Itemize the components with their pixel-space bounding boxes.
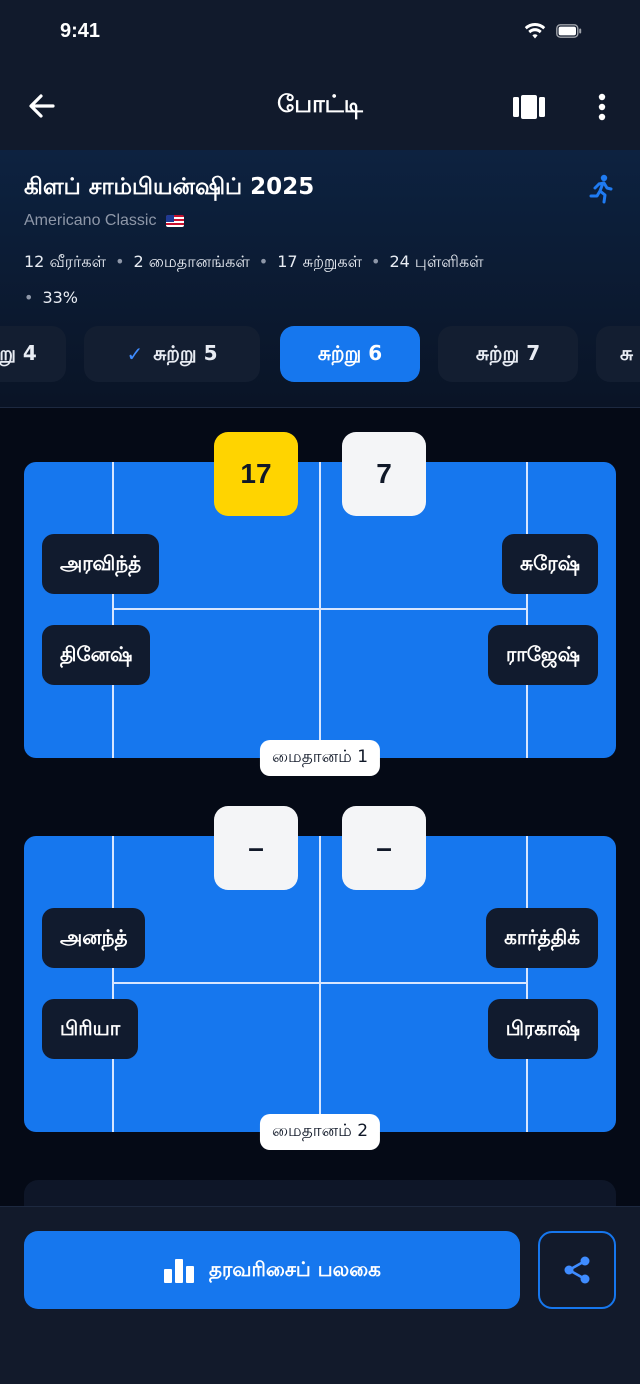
status-bar: 9:41: [0, 0, 640, 68]
separator-dot: •: [24, 288, 34, 307]
court-card-2[interactable]: – – அனந்த் பிரியா கார்த்திக் பிரகாஷ் மைத…: [24, 806, 616, 1150]
stat-progress: 33%: [42, 288, 78, 307]
stat-rounds: 17 சுற்றுகள்: [277, 252, 363, 271]
more-vertical-icon[interactable]: [592, 92, 612, 122]
court-surface: [24, 836, 616, 1132]
leaderboard-button[interactable]: தரவரிசைப் பலகை: [24, 1231, 520, 1309]
score-left[interactable]: –: [214, 806, 298, 890]
court-line: [526, 462, 528, 758]
round-tab-5[interactable]: ✓ சுற்று 5: [84, 326, 260, 382]
round-tab-label: சுற்று 6: [317, 340, 383, 365]
court-view-icon[interactable]: [512, 94, 546, 120]
battery-icon: [556, 24, 582, 38]
court-line: [112, 982, 528, 984]
share-icon: [564, 1256, 590, 1284]
court-line: [112, 836, 114, 1132]
check-icon: ✓: [126, 342, 144, 366]
us-flag-icon: [166, 215, 185, 227]
bottom-action-bar: தரவரிசைப் பலகை: [0, 1206, 640, 1384]
court-net: [319, 836, 321, 1132]
wifi-icon: [524, 22, 546, 39]
round-tab-label: சுற்று 7: [475, 340, 541, 365]
court-line: [526, 836, 528, 1132]
court-surface: [24, 462, 616, 758]
round-tab-label: று 4: [0, 340, 37, 365]
court-net: [319, 462, 321, 758]
status-time: 9:41: [60, 20, 101, 42]
tournament-format: Americano Classic: [24, 212, 185, 230]
round-tab-label: சுற்று 5: [153, 340, 218, 365]
court-label: மைதானம் 2: [259, 1114, 381, 1150]
round-selector[interactable]: று 4 ✓ சுற்று 5 சுற்று 6 சுற்று 7 சு: [0, 326, 640, 382]
round-tab-7[interactable]: சுற்று 7: [438, 326, 578, 382]
stat-courts: 2 மைதானங்கள்: [133, 252, 250, 271]
tournament-title: கிளப் சாம்பியன்ஷிப் 2025: [24, 174, 315, 200]
format-label: Americano Classic: [24, 212, 157, 229]
separator-dot: •: [371, 252, 381, 271]
court-line: [112, 608, 528, 610]
navigation-bar: போட்டி: [0, 68, 640, 150]
court-card-1[interactable]: 17 7 அரவிந்த் தினேஷ் சுரேஷ் ராஜேஷ் மைதான…: [24, 432, 616, 776]
tournament-header: கிளப் சாம்பியன்ஷிப் 2025 Americano Class…: [0, 150, 640, 408]
court-line: [112, 462, 114, 758]
separator-dot: •: [115, 252, 125, 271]
player-chip[interactable]: பிரியா: [42, 999, 139, 1059]
round-tab-label: சு: [620, 340, 634, 365]
court-label: மைதானம் 1: [259, 740, 381, 776]
score-right[interactable]: 7: [342, 432, 426, 516]
round-tab-4[interactable]: று 4: [0, 326, 66, 382]
player-chip[interactable]: பிரகாஷ்: [487, 999, 598, 1059]
player-chip[interactable]: சுரேஷ்: [502, 534, 598, 594]
stat-players: 12 வீரர்கள்: [24, 252, 107, 271]
bar-chart-icon: [164, 1259, 195, 1283]
player-chip[interactable]: அரவிந்த்: [42, 534, 160, 594]
running-person-icon: [589, 174, 613, 204]
round-tab-8[interactable]: சு: [596, 326, 640, 382]
share-button[interactable]: [538, 1231, 616, 1309]
round-tab-6[interactable]: சுற்று 6: [280, 326, 420, 382]
score-left[interactable]: 17: [214, 432, 298, 516]
tournament-stats: 12 வீரர்கள் • 2 மைதானங்கள் • 17 சுற்றுகள் • 24…: [24, 244, 624, 316]
player-chip[interactable]: ராஜேஷ்: [487, 625, 598, 685]
separator-dot: •: [258, 252, 269, 271]
player-chip[interactable]: தினேஷ்: [42, 625, 151, 685]
leaderboard-label: தரவரிசைப் பலகை: [209, 1256, 381, 1281]
status-icons: [524, 22, 582, 40]
player-chip[interactable]: கார்த்திக்: [486, 908, 598, 968]
score-right[interactable]: –: [342, 806, 426, 890]
stat-points: 24 புள்ளிகள்: [389, 252, 484, 271]
player-chip[interactable]: அனந்த்: [42, 908, 146, 968]
